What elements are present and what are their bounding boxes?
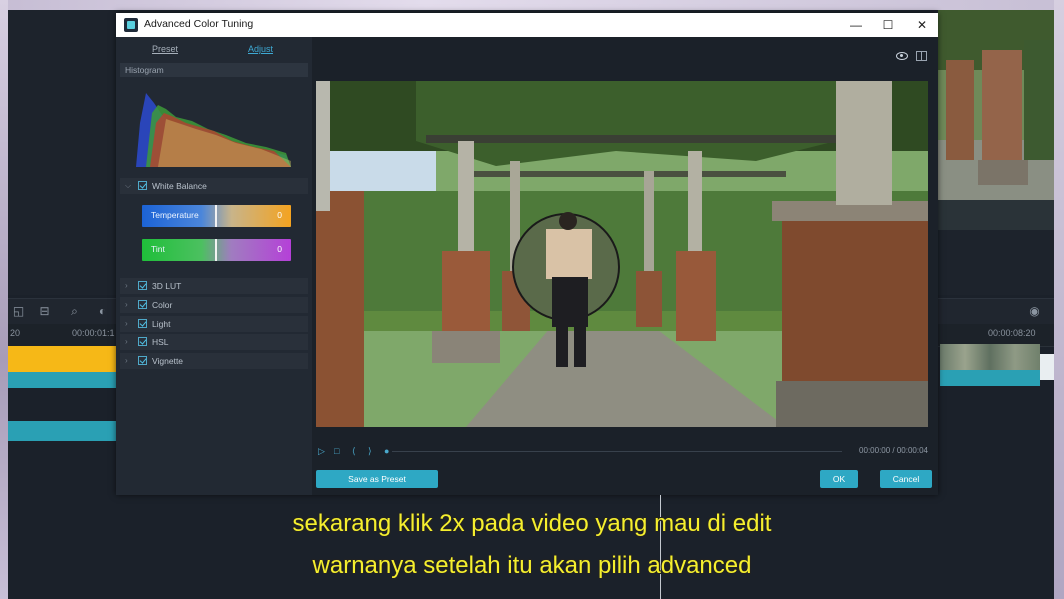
panel-tabs: Preset Adjust bbox=[116, 37, 312, 63]
tint-thumb[interactable] bbox=[215, 239, 217, 261]
playhead-dot-icon[interactable]: ● bbox=[384, 446, 389, 456]
playback-bar: ▷ □ ⟨ ⟩ ● 00:00:00 / 00:00:04 bbox=[312, 443, 938, 459]
track-clip-cyan-right[interactable] bbox=[940, 370, 1040, 386]
chevron-down-icon: ⌵ bbox=[125, 181, 132, 190]
maximize-button[interactable]: ☐ bbox=[878, 16, 898, 34]
playback-time: 00:00:00 / 00:00:04 bbox=[859, 446, 928, 455]
editor-preview-peek bbox=[938, 10, 1054, 230]
cancel-button[interactable]: Cancel bbox=[880, 470, 932, 488]
histogram-graph bbox=[136, 83, 291, 167]
ruler-time-right: 00:00:08:20 bbox=[988, 328, 1036, 338]
ok-button[interactable]: OK bbox=[820, 470, 858, 488]
app-icon bbox=[124, 18, 138, 32]
temperature-slider[interactable]: Temperature 0 bbox=[142, 205, 291, 227]
section-hsl[interactable]: › HSL bbox=[120, 334, 308, 350]
track-clip-yellow[interactable] bbox=[8, 346, 118, 372]
prev-frame-icon[interactable]: ⟨ bbox=[352, 446, 356, 457]
color-label: Color bbox=[152, 300, 173, 310]
section-light[interactable]: › Light bbox=[120, 316, 308, 332]
track-clip-video[interactable] bbox=[940, 344, 1040, 370]
track-clip-cyan[interactable] bbox=[8, 372, 118, 388]
minimize-button[interactable]: — bbox=[846, 16, 866, 34]
subtitle-line-2: warnanya setelah itu akan pilih advanced bbox=[312, 552, 752, 579]
video-preview[interactable] bbox=[316, 81, 928, 427]
save-as-preset-button[interactable]: Save as Preset bbox=[316, 470, 438, 488]
section-3d-lut[interactable]: › 3D LUT bbox=[120, 278, 308, 294]
hsl-label: HSL bbox=[152, 337, 169, 347]
subtitle-line-1: sekarang klik 2x pada video yang mau di … bbox=[292, 510, 772, 537]
chevron-right-icon: › bbox=[125, 281, 128, 290]
eye-icon[interactable] bbox=[896, 52, 908, 60]
marker-icon[interactable]: ◉ bbox=[1028, 305, 1041, 318]
track-clip-white[interactable] bbox=[1040, 354, 1054, 380]
chevron-right-icon: › bbox=[125, 319, 128, 328]
video-frame-top bbox=[0, 0, 1064, 10]
temperature-thumb[interactable] bbox=[215, 205, 217, 227]
vignette-checkbox[interactable] bbox=[138, 356, 147, 365]
vignette-label: Vignette bbox=[152, 356, 184, 366]
section-color[interactable]: › Color bbox=[120, 297, 308, 313]
light-label: Light bbox=[152, 319, 171, 329]
progress-track[interactable] bbox=[392, 451, 842, 452]
temperature-value: 0 bbox=[277, 210, 282, 220]
chevron-right-icon: › bbox=[125, 356, 128, 365]
ruler-time-mid: 00:00:01:1 bbox=[72, 328, 115, 338]
adjust-panel: Preset Adjust Histogram ⌵ White Balance … bbox=[116, 37, 312, 495]
split-icon[interactable]: ⊟ bbox=[38, 305, 51, 318]
chevron-right-icon: › bbox=[125, 300, 128, 309]
zoom-icon[interactable]: ⌕ bbox=[68, 305, 81, 318]
crop-icon[interactable]: ◱ bbox=[12, 305, 25, 318]
close-button[interactable]: ✕ bbox=[912, 16, 932, 34]
tab-preset[interactable]: Preset bbox=[152, 44, 178, 54]
white-balance-checkbox[interactable] bbox=[138, 181, 147, 190]
histogram-header: Histogram bbox=[120, 63, 308, 77]
next-frame-icon[interactable]: ⟩ bbox=[368, 446, 372, 457]
hsl-checkbox[interactable] bbox=[138, 337, 147, 346]
3d-lut-label: 3D LUT bbox=[152, 281, 182, 291]
section-vignette[interactable]: › Vignette bbox=[120, 353, 308, 369]
advanced-color-tuning-dialog: Advanced Color Tuning — ☐ ✕ Preset Adjus… bbox=[116, 13, 938, 495]
dialog-titlebar: Advanced Color Tuning — ☐ ✕ bbox=[116, 13, 938, 37]
tab-adjust[interactable]: Adjust bbox=[248, 44, 273, 54]
color-checkbox[interactable] bbox=[138, 300, 147, 309]
track-clip-audio[interactable] bbox=[8, 421, 118, 441]
split-view-icon[interactable] bbox=[916, 51, 927, 61]
chevron-right-icon: › bbox=[125, 337, 128, 346]
preview-area: ▷ □ ⟨ ⟩ ● 00:00:00 / 00:00:04 Save as Pr… bbox=[312, 37, 938, 495]
stop-icon[interactable]: □ bbox=[334, 446, 339, 456]
tint-value: 0 bbox=[277, 244, 282, 254]
color-icon[interactable]: ◐ bbox=[96, 305, 109, 318]
light-checkbox[interactable] bbox=[138, 319, 147, 328]
tint-label: Tint bbox=[151, 244, 165, 254]
white-balance-label: White Balance bbox=[152, 181, 207, 191]
play-icon[interactable]: ▷ bbox=[318, 446, 325, 457]
tint-slider[interactable]: Tint 0 bbox=[142, 239, 291, 261]
temperature-label: Temperature bbox=[151, 210, 199, 220]
dialog-title: Advanced Color Tuning bbox=[144, 18, 254, 30]
ruler-time-left: 20 bbox=[10, 328, 21, 338]
section-white-balance[interactable]: ⌵ White Balance bbox=[120, 178, 308, 194]
3d-lut-checkbox[interactable] bbox=[138, 281, 147, 290]
